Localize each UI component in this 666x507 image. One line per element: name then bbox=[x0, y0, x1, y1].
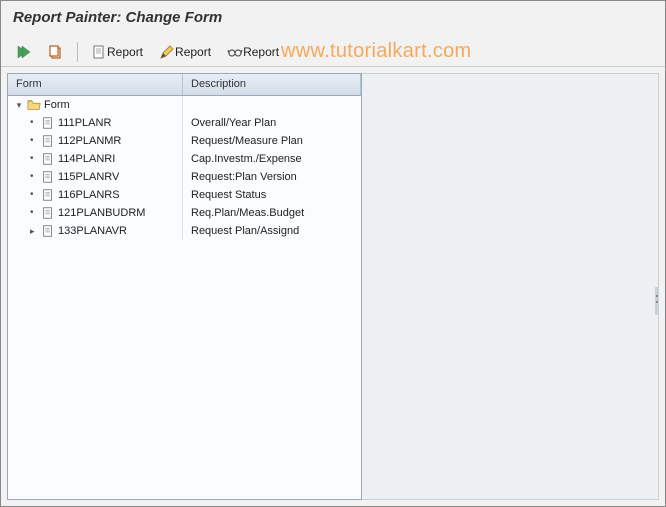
bullet-icon: • bbox=[30, 210, 36, 216]
document-icon bbox=[41, 152, 55, 166]
tree-panel: Form Description ▾ Form • 111PLANR bbox=[7, 73, 362, 500]
tree-root-label: Form bbox=[44, 99, 70, 111]
bullet-icon: • bbox=[30, 138, 36, 144]
header-form[interactable]: Form bbox=[8, 74, 183, 95]
right-pane bbox=[362, 73, 659, 500]
folder-icon bbox=[27, 98, 41, 112]
item-name: 116PLANRS bbox=[58, 189, 120, 201]
item-desc: Cap.Investm./Expense bbox=[191, 153, 302, 165]
item-name: 114PLANRI bbox=[58, 153, 115, 165]
report-change-label: Report bbox=[175, 45, 211, 59]
execute-icon bbox=[16, 44, 32, 60]
document-icon bbox=[41, 224, 55, 238]
report-change-button[interactable]: Report bbox=[152, 40, 218, 64]
bullet-icon: • bbox=[30, 120, 36, 126]
tree-body: ▾ Form • 111PLANR Overall/Year Plan bbox=[8, 96, 361, 240]
bullet-icon: • bbox=[30, 174, 36, 180]
copy-icon bbox=[48, 44, 64, 60]
watermark-text: www.tutorialkart.com bbox=[281, 40, 472, 63]
page-title: Report Painter: Change Form bbox=[1, 1, 665, 37]
item-desc: Request:Plan Version bbox=[191, 171, 297, 183]
tree-root-row[interactable]: ▾ Form bbox=[8, 96, 361, 114]
document-icon bbox=[41, 188, 55, 202]
document-icon bbox=[41, 134, 55, 148]
item-name: 121PLANBUDRM bbox=[58, 207, 145, 219]
tree-header: Form Description bbox=[8, 74, 361, 96]
expand-icon[interactable]: ▸ bbox=[30, 228, 36, 234]
item-name: 133PLANAVR bbox=[58, 225, 127, 237]
tree-row[interactable]: ▸ 133PLANAVR Request Plan/Assignd bbox=[8, 222, 361, 240]
tree-row[interactable]: • 111PLANR Overall/Year Plan bbox=[8, 114, 361, 132]
tree-row[interactable]: • 112PLANMR Request/Measure Plan bbox=[8, 132, 361, 150]
item-desc: Request Plan/Assignd bbox=[191, 225, 299, 237]
report-create-button[interactable]: Report bbox=[84, 40, 150, 64]
toolbar-separator bbox=[77, 42, 78, 62]
document-new-icon bbox=[91, 44, 107, 60]
document-icon bbox=[41, 206, 55, 220]
item-name: 111PLANR bbox=[58, 117, 111, 129]
collapse-icon[interactable]: ▾ bbox=[14, 100, 24, 110]
item-desc: Req.Plan/Meas.Budget bbox=[191, 207, 304, 219]
item-desc: Overall/Year Plan bbox=[191, 117, 276, 129]
item-name: 115PLANRV bbox=[58, 171, 119, 183]
tree-row[interactable]: • 121PLANBUDRM Req.Plan/Meas.Budget bbox=[8, 204, 361, 222]
tree-row[interactable]: • 116PLANRS Request Status bbox=[8, 186, 361, 204]
toolbar: Report Report Report www.tutorialkart.co… bbox=[1, 37, 665, 67]
content-area: Form Description ▾ Form • 111PLANR bbox=[1, 67, 665, 506]
item-desc: Request Status bbox=[191, 189, 266, 201]
pencil-icon bbox=[159, 44, 175, 60]
bullet-icon: • bbox=[30, 156, 36, 162]
header-description[interactable]: Description bbox=[183, 74, 361, 95]
document-icon bbox=[41, 116, 55, 130]
copy-button[interactable] bbox=[41, 40, 71, 64]
bullet-icon: • bbox=[30, 192, 36, 198]
glasses-icon bbox=[227, 44, 243, 60]
document-icon bbox=[41, 170, 55, 184]
item-name: 112PLANMR bbox=[58, 135, 121, 147]
execute-button[interactable] bbox=[9, 40, 39, 64]
tree-row[interactable]: • 115PLANRV Request:Plan Version bbox=[8, 168, 361, 186]
report-display-label: Report bbox=[243, 45, 279, 59]
report-display-button[interactable]: Report bbox=[220, 40, 286, 64]
item-desc: Request/Measure Plan bbox=[191, 135, 303, 147]
splitter-handle[interactable] bbox=[655, 287, 659, 315]
tree-row[interactable]: • 114PLANRI Cap.Investm./Expense bbox=[8, 150, 361, 168]
report-create-label: Report bbox=[107, 45, 143, 59]
